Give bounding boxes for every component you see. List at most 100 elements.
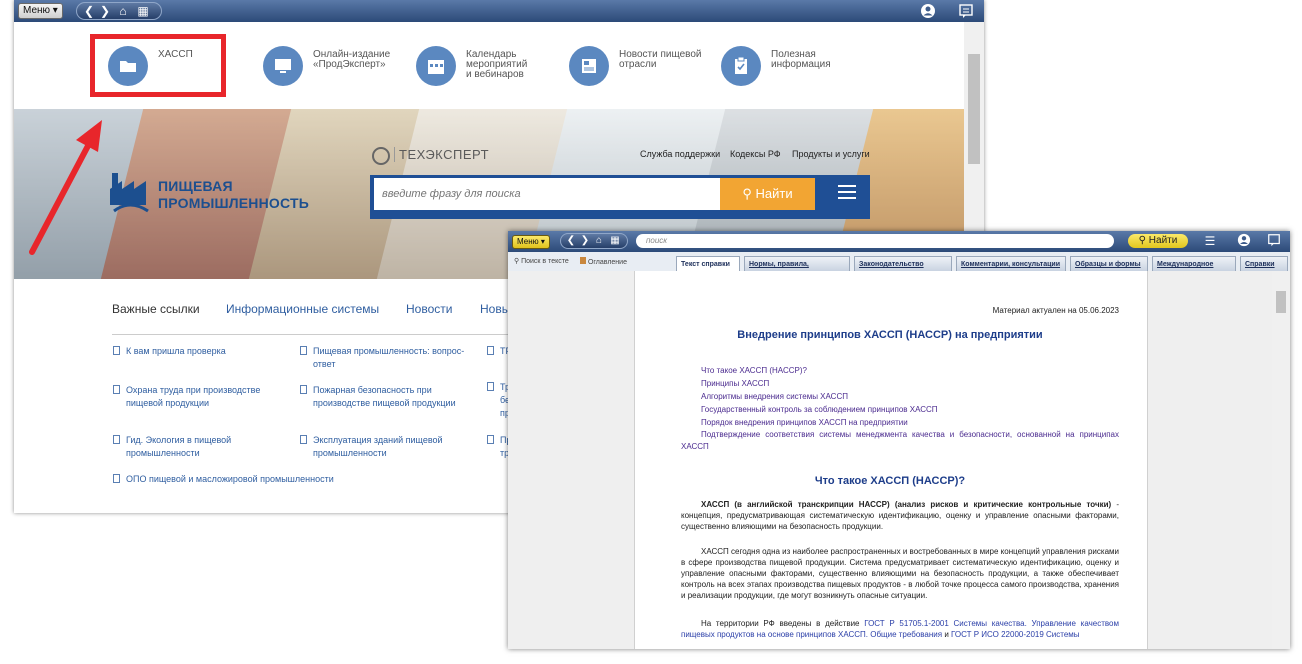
section-title: Что такое ХАССП (НАССР)? (814, 475, 966, 487)
brand-name-line2: ПРОМЫШЛЕННОСТЬ (158, 195, 309, 211)
tab-news[interactable]: Новости (406, 302, 452, 316)
main-toolbar: Меню ▾ ❮ ❯ ⌂ ▦ (14, 0, 984, 22)
doc-find-button[interactable]: ⚲ Найти (1128, 234, 1188, 248)
techexpert-mark-icon (372, 147, 390, 165)
user-icon[interactable] (920, 3, 936, 19)
search-icon: ⚲ (1138, 235, 1146, 246)
tab-info-systems[interactable]: Информационные системы (226, 302, 379, 316)
feedback-icon[interactable] (1266, 233, 1282, 249)
search-input[interactable] (374, 178, 722, 210)
list-item[interactable]: Эксплуатация зданий пищевой промышленнос… (300, 434, 443, 460)
grid-icon[interactable]: ▦ (607, 234, 623, 248)
list-item[interactable]: ОПО пищевой и масложировой промышленност… (113, 473, 334, 486)
actual-date: Материал актуален на 05.06.2023 (992, 306, 1119, 315)
brand-name-line1: ПИЩЕВАЯ (158, 178, 233, 194)
document-icon (113, 346, 120, 355)
search-in-text-button[interactable]: ⚲ Поиск в тексте (514, 257, 569, 265)
brand-logo: ПИЩЕВАЯ ПРОМЫШЛЕННОСТЬ (108, 169, 318, 219)
home-icon[interactable]: ⌂ (115, 3, 131, 19)
document-icon (487, 346, 494, 355)
contents-button[interactable]: Оглавление (580, 257, 627, 266)
tab-legislation[interactable]: Законодательство России (854, 256, 952, 283)
tab-comments[interactable]: Комментарии, консультации (956, 256, 1066, 271)
tab-forms[interactable]: Образцы и формы (1070, 256, 1148, 271)
quick-link-label: Новости пищевой отрасли (619, 49, 702, 70)
document-title: Внедрение принципов ХАССП (НАССР) на пре… (737, 329, 1043, 341)
tab-norms[interactable]: Нормы, правила, стандарты (744, 256, 850, 283)
hamburger-icon[interactable]: ☰ (1202, 233, 1218, 249)
home-icon[interactable]: ⌂ (591, 234, 607, 248)
monitor-icon (263, 46, 303, 86)
doc-search-input[interactable]: поиск (636, 234, 1114, 248)
document-scrollbar[interactable] (1272, 271, 1290, 649)
document-icon (113, 385, 120, 394)
clipboard-icon (721, 46, 761, 86)
document-toolbar: Меню ▾ ❮ ❯ ⌂ ▦ поиск ⚲ Найти ☰ (508, 231, 1290, 252)
gost-iso-link[interactable]: ГОСТ Р ИСО 22000-2019 Системы (951, 630, 1080, 639)
scrollbar-thumb[interactable] (968, 54, 980, 164)
book-icon (580, 257, 586, 264)
quick-link-label: Онлайн-издание «ПродЭксперт» (313, 49, 391, 70)
hamburger-icon[interactable] (838, 185, 856, 199)
support-link[interactable]: Служба поддержки (640, 149, 720, 159)
tab-important-links[interactable]: Важные ссылки (112, 302, 200, 316)
list-item[interactable]: Гид. Экология в пищевой промышленности (113, 434, 231, 460)
search-button[interactable]: ⚲ Найти (720, 178, 815, 210)
doc-nav-group: ❮ ❯ ⌂ ▦ (560, 233, 628, 249)
toc-item[interactable]: Что такое ХАССП (НАССР)? (701, 364, 807, 377)
scrollbar-thumb[interactable] (1276, 291, 1286, 313)
user-icon[interactable] (1236, 233, 1252, 249)
list-item[interactable]: Пожарная безопасность при производстве п… (300, 384, 456, 410)
list-item[interactable]: Охрана труда при производстве пищевой пр… (113, 384, 260, 410)
paragraph: ХАССП сегодня одна из наиболее распростр… (681, 547, 1119, 600)
menu-button[interactable]: Меню ▾ (18, 3, 63, 19)
document-tabbar: ⚲ Поиск в тексте Оглавление Текст справк… (508, 252, 1290, 283)
document-page: Материал актуален на 05.06.2023 Внедрени… (634, 271, 1148, 649)
factory-logo-icon (110, 173, 149, 213)
search-bar: ⚲ Найти (370, 175, 870, 219)
back-icon[interactable]: ❮ (81, 3, 97, 19)
toc-item[interactable]: Порядок внедрения принципов ХАССП на пре… (701, 416, 908, 429)
techexpert-logo: ТЕХЭКСПЕРТ (372, 147, 490, 167)
highlight-box (90, 34, 226, 97)
quick-link-news[interactable]: Новости пищевой отрасли (569, 42, 709, 92)
quick-link-useful-info[interactable]: Полезная информация (721, 42, 861, 92)
codex-link[interactable]: Кодексы РФ (730, 149, 781, 159)
paragraph: На территории РФ введены в действие ГОСТ… (681, 619, 1119, 639)
toc-item[interactable]: Алгоритмы внедрения системы ХАССП (701, 390, 848, 403)
red-arrow-icon (29, 120, 102, 255)
grid-icon[interactable]: ▦ (135, 3, 151, 19)
toc-item[interactable]: Принципы ХАССП (701, 377, 769, 390)
newspaper-icon (569, 46, 609, 86)
quick-link-label: Календарь мероприятий и вебинаров (466, 49, 528, 80)
document-icon (487, 382, 494, 391)
products-link[interactable]: Продукты и услуги (792, 149, 870, 159)
quick-link-label: Полезная информация (771, 49, 831, 70)
toc-item[interactable]: Подтверждение соответствия системы менед… (681, 429, 1119, 453)
document-window: Меню ▾ ❮ ❯ ⌂ ▦ поиск ⚲ Найти ☰ ⚲ Поиск в… (508, 231, 1290, 649)
quick-link-prodexpert[interactable]: Онлайн-издание «ПродЭксперт» (263, 42, 403, 92)
document-icon (300, 385, 307, 394)
tab-reference-text[interactable]: Текст справки (676, 256, 740, 271)
calendar-icon (416, 46, 456, 86)
list-item[interactable]: К вам пришла проверка (113, 345, 226, 358)
document-icon (300, 435, 307, 444)
document-icon (300, 346, 307, 355)
search-icon: ⚲ (742, 186, 756, 201)
forward-icon[interactable]: ❯ (97, 3, 113, 19)
document-icon (113, 435, 120, 444)
toc-item[interactable]: Государственный контроль за соблюдением … (701, 403, 938, 416)
document-icon (487, 435, 494, 444)
tab-international[interactable]: Международное право (1152, 256, 1236, 283)
feedback-icon[interactable] (958, 3, 974, 19)
tab-references[interactable]: Справки (1240, 256, 1288, 271)
nav-group: ❮ ❯ ⌂ ▦ (76, 2, 162, 20)
tab-new[interactable]: Новы (480, 302, 510, 316)
paragraph: ХАССП (в английской транскрипции НАССР) … (681, 500, 1119, 531)
magnifier-icon: ⚲ (514, 258, 520, 265)
quick-link-calendar[interactable]: Календарь мероприятий и вебинаров (416, 42, 556, 92)
document-area: Материал актуален на 05.06.2023 Внедрени… (508, 271, 1272, 649)
list-item[interactable]: Пищевая промышленность: вопрос- ответ (300, 345, 464, 371)
document-icon (113, 474, 120, 483)
doc-menu-button[interactable]: Меню ▾ (512, 235, 550, 249)
